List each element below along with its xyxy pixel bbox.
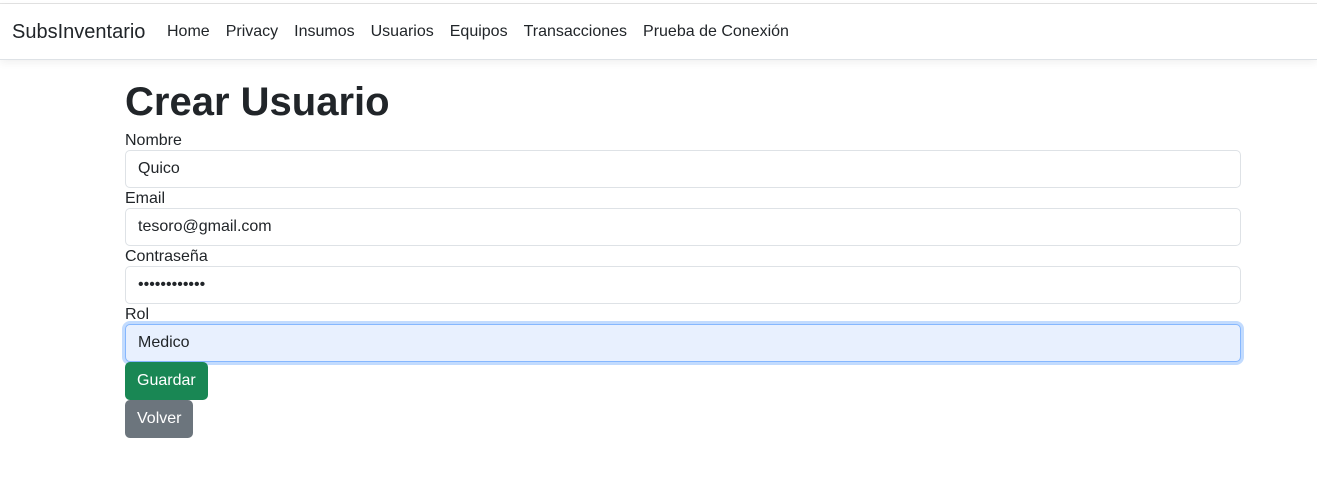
main-content: Crear Usuario Nombre Email Contraseña Ro… bbox=[125, 78, 1241, 438]
field-nombre: Nombre bbox=[125, 132, 1241, 188]
nav-link-usuarios[interactable]: Usuarios bbox=[371, 23, 434, 41]
guardar-button[interactable]: Guardar bbox=[125, 362, 208, 400]
create-user-form: Nombre Email Contraseña Rol Guardar Volv… bbox=[125, 132, 1241, 438]
contrasena-label: Contraseña bbox=[125, 248, 208, 265]
nav-links: Home Privacy Insumos Usuarios Equipos Tr… bbox=[167, 23, 805, 41]
nav-link-transacciones[interactable]: Transacciones bbox=[524, 23, 627, 41]
rol-label: Rol bbox=[125, 306, 150, 323]
nav-link-home[interactable]: Home bbox=[167, 23, 210, 41]
nav-link-insumos[interactable]: Insumos bbox=[294, 23, 354, 41]
email-label: Email bbox=[125, 190, 166, 207]
navbar: SubsInventario Home Privacy Insumos Usua… bbox=[0, 4, 1317, 60]
nombre-input[interactable] bbox=[125, 150, 1241, 188]
field-contrasena: Contraseña bbox=[125, 248, 1241, 304]
rol-input[interactable] bbox=[125, 324, 1241, 362]
field-rol: Rol bbox=[125, 306, 1241, 362]
field-email: Email bbox=[125, 190, 1241, 246]
navbar-brand[interactable]: SubsInventario bbox=[12, 21, 145, 44]
nav-link-prueba-conexion[interactable]: Prueba de Conexión bbox=[643, 23, 789, 41]
nav-link-privacy[interactable]: Privacy bbox=[226, 23, 278, 41]
page-title: Crear Usuario bbox=[125, 80, 390, 124]
nav-link-equipos[interactable]: Equipos bbox=[450, 23, 508, 41]
email-input[interactable] bbox=[125, 208, 1241, 246]
password-input[interactable] bbox=[125, 266, 1241, 304]
nombre-label: Nombre bbox=[125, 132, 182, 149]
volver-button[interactable]: Volver bbox=[125, 400, 194, 438]
